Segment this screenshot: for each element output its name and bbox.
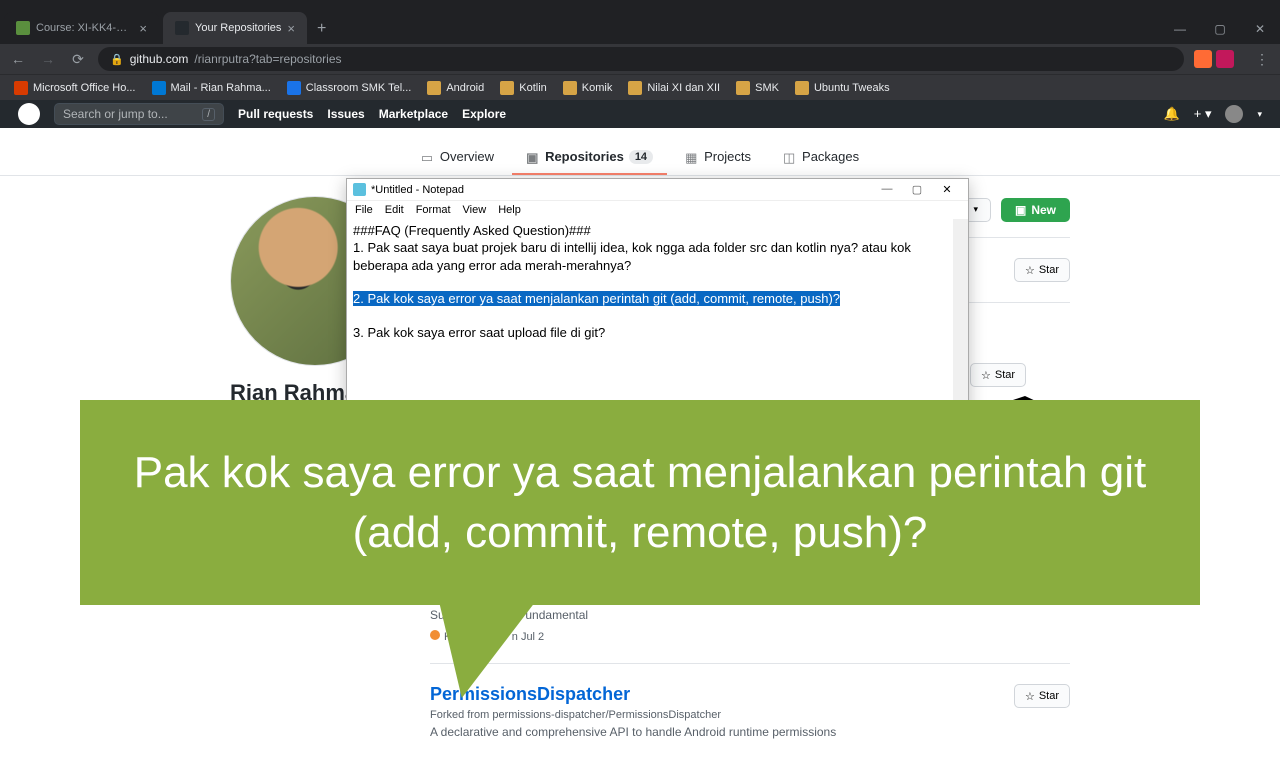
repo-description: A declarative and comprehensive API to h… <box>430 725 836 739</box>
slash-hint: / <box>202 108 215 121</box>
bookmarks-bar: Microsoft Office Ho... Mail - Rian Rahma… <box>0 74 1280 100</box>
url-host: github.com <box>130 52 189 66</box>
bookmark-folder[interactable]: Android <box>421 78 490 98</box>
close-icon[interactable]: ✕ <box>1240 14 1280 44</box>
menu-edit[interactable]: Edit <box>385 204 404 216</box>
project-icon: ▦ <box>685 150 699 164</box>
nav-marketplace[interactable]: Marketplace <box>379 107 448 121</box>
tab-repositories[interactable]: ▣Repositories14 <box>512 140 667 175</box>
search-input[interactable]: Search or jump to... / <box>54 103 224 125</box>
bookmark-item[interactable]: Mail - Rian Rahma... <box>146 78 277 98</box>
close-icon[interactable]: × <box>139 21 147 36</box>
bookmark-folder[interactable]: Nilai XI dan XII <box>622 78 726 98</box>
browser-tab-0[interactable]: Course: XI-KK4-RPL (Pemrogram... × <box>4 12 159 44</box>
url-input[interactable]: 🔒 github.com/rianrputra?tab=repositories <box>98 47 1184 71</box>
notepad-titlebar[interactable]: *Untitled - Notepad — ▢ ✕ <box>347 179 968 201</box>
minimize-icon[interactable]: — <box>1160 14 1200 44</box>
back-button[interactable]: ← <box>8 51 28 67</box>
star-button[interactable]: ☆ Star <box>1014 684 1070 708</box>
notepad-icon <box>353 183 366 196</box>
forward-button[interactable]: → <box>38 51 58 67</box>
bookmark-item[interactable]: Microsoft Office Ho... <box>8 78 142 98</box>
nav-pull-requests[interactable]: Pull requests <box>238 107 313 121</box>
star-button[interactable]: ☆ Star <box>1014 258 1070 282</box>
tab-overview[interactable]: ▭Overview <box>407 140 508 175</box>
new-repo-button[interactable]: ▣New <box>1001 198 1070 222</box>
bell-icon[interactable]: 🔔 <box>1164 106 1180 122</box>
extension-icons <box>1194 50 1234 68</box>
repo-count: 14 <box>629 150 653 164</box>
book-icon: ▭ <box>421 150 435 164</box>
menu-format[interactable]: Format <box>416 204 451 216</box>
bookmark-folder[interactable]: Komik <box>557 78 619 98</box>
tab-title: Course: XI-KK4-RPL (Pemrogram... <box>36 22 133 34</box>
bookmark-folder[interactable]: Ubuntu Tweaks <box>789 78 896 98</box>
github-nav: Pull requests Issues Marketplace Explore <box>238 107 506 121</box>
tab-title: Your Repositories <box>195 22 281 34</box>
maximize-icon[interactable]: ▢ <box>902 183 932 196</box>
bookmark-folder[interactable]: SMK <box>730 78 785 98</box>
maximize-icon[interactable]: ▢ <box>1200 14 1240 44</box>
favicon-icon <box>175 21 189 35</box>
repo-forked: Forked from permissions-dispatcher/Permi… <box>430 709 836 721</box>
selected-text: 2. Pak kok saya error ya saat menjalanka… <box>353 291 840 306</box>
repo-icon: ▣ <box>1015 203 1026 217</box>
browser-tab-strip: Course: XI-KK4-RPL (Pemrogram... × Your … <box>0 0 1280 44</box>
profile-nav: ▭Overview ▣Repositories14 ▦Projects ◫Pac… <box>0 128 1280 176</box>
caption-text: Pak kok saya error ya saat menjalankan p… <box>110 443 1170 562</box>
bookmark-item[interactable]: Classroom SMK Tel... <box>281 78 418 98</box>
close-icon[interactable]: × <box>287 21 295 36</box>
menu-view[interactable]: View <box>463 204 487 216</box>
lock-icon: 🔒 <box>110 53 124 66</box>
favicon-icon <box>16 21 30 35</box>
address-bar: ← → ⟳ 🔒 github.com/rianrputra?tab=reposi… <box>0 44 1280 74</box>
nav-issues[interactable]: Issues <box>327 107 364 121</box>
window-title: *Untitled - Notepad <box>371 184 464 196</box>
reload-button[interactable]: ⟳ <box>68 51 88 68</box>
tab-packages[interactable]: ◫Packages <box>769 140 873 175</box>
url-path: /rianrputra?tab=repositories <box>194 52 341 66</box>
package-icon: ◫ <box>783 150 797 164</box>
avatar[interactable] <box>1225 105 1243 123</box>
github-logo-icon[interactable] <box>18 103 40 125</box>
browser-tab-1[interactable]: Your Repositories × <box>163 12 307 44</box>
new-tab-button[interactable]: + <box>307 20 336 38</box>
repo-item: PermissionsDispatcher Forked from permis… <box>430 663 1070 759</box>
extension-icon[interactable] <box>1216 50 1234 68</box>
notepad-menu: File Edit Format View Help <box>347 201 968 219</box>
minimize-icon[interactable]: — <box>872 183 902 196</box>
repo-icon: ▣ <box>526 150 540 164</box>
tab-projects[interactable]: ▦Projects <box>671 140 765 175</box>
extension-icon[interactable] <box>1194 50 1212 68</box>
star-button[interactable]: ☆ Star <box>970 363 1026 387</box>
bookmark-folder[interactable]: Kotlin <box>494 78 553 98</box>
menu-help[interactable]: Help <box>498 204 521 216</box>
caption-overlay: Pak kok saya error ya saat menjalankan p… <box>80 400 1200 605</box>
window-controls: — ▢ ✕ <box>1160 14 1280 44</box>
github-header: Search or jump to... / Pull requests Iss… <box>0 100 1280 128</box>
close-icon[interactable]: ✕ <box>932 183 962 196</box>
menu-file[interactable]: File <box>355 204 373 216</box>
menu-icon[interactable]: ⋮ <box>1252 51 1272 68</box>
plus-icon[interactable]: + ▾ <box>1194 106 1212 122</box>
nav-explore[interactable]: Explore <box>462 107 506 121</box>
